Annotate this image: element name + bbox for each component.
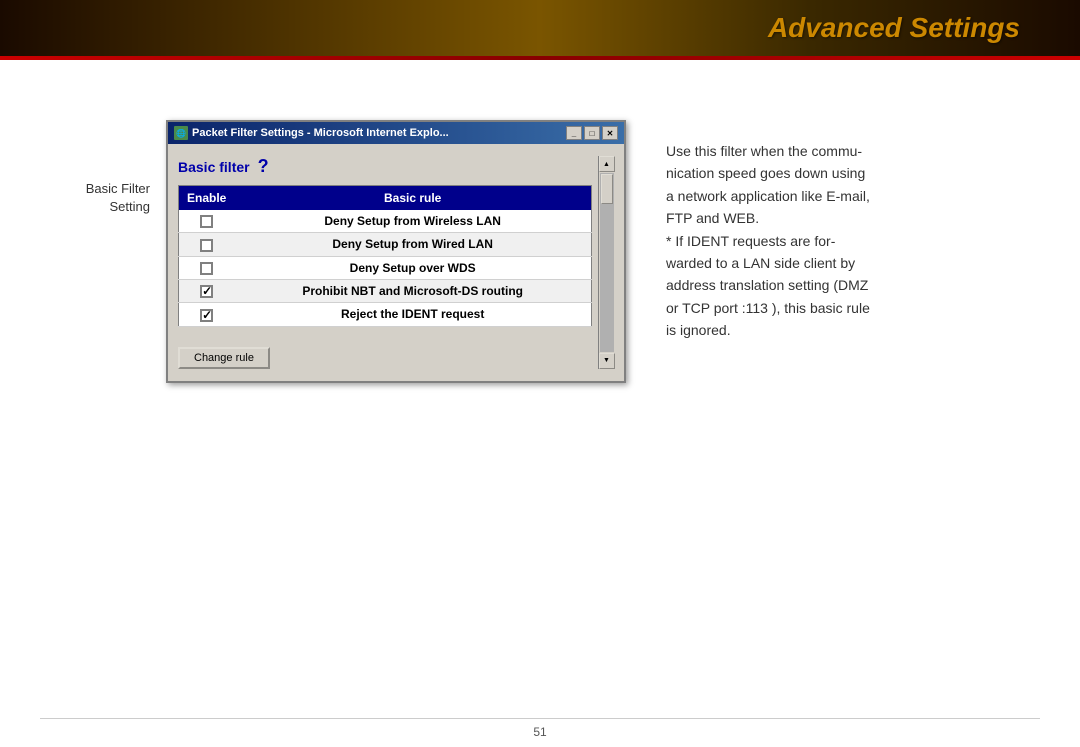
basic-filter-label: Basic filter [178,159,250,175]
col-rule: Basic rule [234,186,591,211]
table-row: Deny Setup over WDS [179,256,592,279]
dialog-title: Packet Filter Settings - Microsoft Inter… [192,127,449,139]
table-row: Deny Setup from Wired LAN [179,233,592,256]
title-bar-buttons: _ □ ✕ [566,126,618,140]
checkbox-checked[interactable] [200,309,213,322]
scroll-up-button[interactable]: ▲ [599,156,615,172]
dialog-body: Basic filter ? Enable Basic rule Deny Se… [168,144,624,381]
row-label-2: Deny Setup over WDS [234,256,591,279]
checkbox-cell-4[interactable] [179,303,235,326]
table-row: Reject the IDENT request [179,303,592,326]
label-line2: Setting [60,198,150,216]
title-bar-left: 🌐 Packet Filter Settings - Microsoft Int… [174,126,449,140]
table-row: Deny Setup from Wireless LAN [179,210,592,233]
scroll-thumb[interactable] [601,174,613,204]
left-section: Basic Filter Setting 🌐 Packet Filter Set… [60,120,626,383]
minimize-button[interactable]: _ [566,126,582,140]
page-title: Advanced Settings [768,12,1020,44]
checkbox-unchecked[interactable] [200,239,213,252]
row-label-4: Reject the IDENT request [234,303,591,326]
right-section: Use this filter when the commu-nication … [626,120,966,342]
description-text: Use this filter when the commu-nication … [666,140,966,342]
help-icon[interactable]: ? [258,156,269,177]
dialog-window: 🌐 Packet Filter Settings - Microsoft Int… [166,120,626,383]
label-section: Basic Filter Setting [60,120,150,216]
table-row: Prohibit NBT and Microsoft-DS routing [179,279,592,302]
checkbox-unchecked[interactable] [200,215,213,228]
checkbox-cell-0[interactable] [179,210,235,233]
title-bar: 🌐 Packet Filter Settings - Microsoft Int… [168,122,624,144]
checkbox-unchecked[interactable] [200,262,213,275]
scrollbar[interactable]: ▲ ▼ [598,156,614,369]
dialog-main: Basic filter ? Enable Basic rule Deny Se… [178,156,592,369]
col-enable: Enable [179,186,235,211]
row-label-1: Deny Setup from Wired LAN [234,233,591,256]
close-button[interactable]: ✕ [602,126,618,140]
checkbox-cell-3[interactable] [179,279,235,302]
label-line1: Basic Filter [60,180,150,198]
maximize-button[interactable]: □ [584,126,600,140]
row-label-3: Prohibit NBT and Microsoft-DS routing [234,279,591,302]
bottom-line [40,718,1040,719]
page-number: 51 [533,725,546,739]
content-area: Basic Filter Setting 🌐 Packet Filter Set… [0,60,1080,717]
table-header-row: Enable Basic rule [179,186,592,211]
filter-table: Enable Basic rule Deny Setup from Wirele… [178,185,592,327]
basic-filter-header: Basic filter ? [178,156,592,177]
row-label-0: Deny Setup from Wireless LAN [234,210,591,233]
scroll-down-button[interactable]: ▼ [599,353,615,369]
checkbox-cell-1[interactable] [179,233,235,256]
top-bar: Advanced Settings [0,0,1080,60]
scroll-track [600,173,614,352]
checkbox-checked[interactable] [200,285,213,298]
change-rule-button[interactable]: Change rule [178,347,270,369]
checkbox-cell-2[interactable] [179,256,235,279]
dialog-icon: 🌐 [174,126,188,140]
